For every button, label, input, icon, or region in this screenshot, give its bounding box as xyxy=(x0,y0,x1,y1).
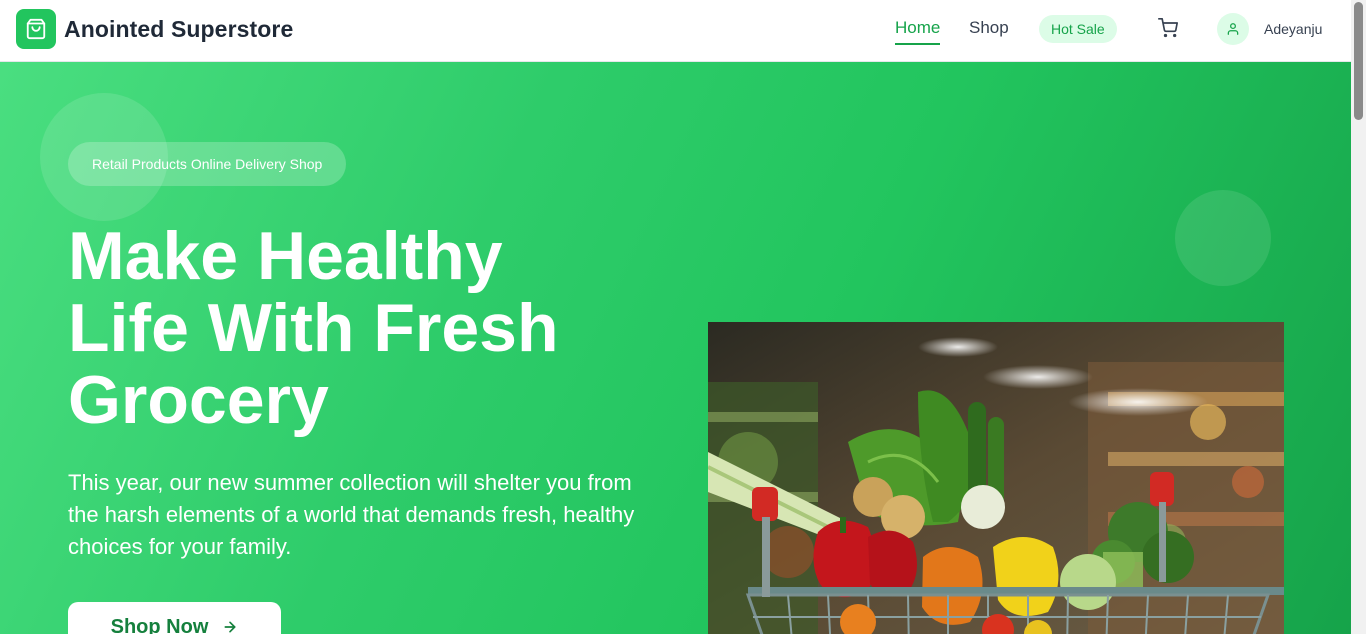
decorative-circle xyxy=(1175,190,1271,286)
hero-title-line: Life With Fresh xyxy=(68,290,559,366)
brand[interactable]: Anointed Superstore xyxy=(16,9,293,49)
hero-grocery-image xyxy=(708,322,1284,634)
nav-hot-sale-link[interactable]: Hot Sale xyxy=(1039,15,1117,43)
shopping-bag-icon xyxy=(16,9,56,49)
user-icon[interactable] xyxy=(1217,13,1249,45)
page: Anointed Superstore Home Shop Hot Sale A… xyxy=(0,0,1351,634)
shop-now-button[interactable]: Shop Now xyxy=(68,602,281,634)
hero-title: Make Healthy Life With Fresh Grocery xyxy=(68,220,668,436)
user-name[interactable]: Adeyanju xyxy=(1264,21,1322,37)
cart-icon[interactable] xyxy=(1158,18,1180,40)
nav-shop-link[interactable]: Shop xyxy=(969,18,1009,38)
hero-description: This year, our new summer collection wil… xyxy=(68,470,635,559)
scrollbar-thumb[interactable] xyxy=(1354,2,1363,120)
hero-title-line: Make Healthy xyxy=(68,218,503,294)
page-scrollbar[interactable] xyxy=(1351,0,1366,634)
hero-tagline-badge: Retail Products Online Delivery Shop xyxy=(68,142,347,186)
shop-now-label: Shop Now xyxy=(110,615,209,634)
arrow-right-icon xyxy=(224,621,236,633)
top-navbar: Anointed Superstore Home Shop Hot Sale A… xyxy=(0,0,1351,62)
hero-section: Retail Products Online Delivery Shop Mak… xyxy=(0,62,1351,634)
brand-name: Anointed Superstore xyxy=(64,15,294,42)
hero-title-line: Grocery xyxy=(68,362,329,438)
nav-home-link[interactable]: Home xyxy=(895,18,941,45)
